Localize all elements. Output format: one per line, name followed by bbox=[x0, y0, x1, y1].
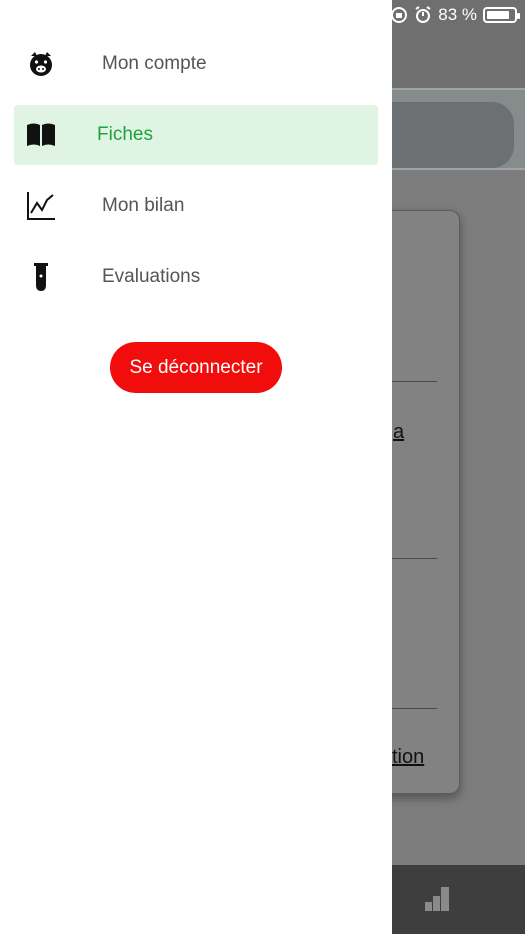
battery-percent: 83 % bbox=[438, 5, 477, 24]
menu-item-mon-bilan[interactable]: Mon bilan bbox=[14, 176, 378, 236]
pig-icon bbox=[26, 48, 56, 80]
menu-item-label: Mon bilan bbox=[102, 195, 185, 216]
menu-item-evaluations[interactable]: Evaluations bbox=[14, 247, 378, 307]
stats-icon bbox=[425, 887, 449, 911]
chart-icon bbox=[26, 190, 56, 222]
menu-item-label: Fiches bbox=[97, 124, 153, 145]
background-divider bbox=[392, 558, 437, 559]
background-divider bbox=[392, 708, 437, 709]
battery-fill bbox=[487, 11, 509, 19]
logout-button[interactable]: Se déconnecter bbox=[110, 342, 282, 393]
alarm-icon bbox=[415, 6, 431, 23]
menu-item-fiches[interactable]: Fiches bbox=[14, 105, 378, 165]
background-link: a bbox=[393, 421, 405, 443]
navigation-drawer: Mon compte Fiches Mon bilan Evaluations … bbox=[0, 0, 392, 934]
background-link: tion bbox=[392, 746, 425, 768]
rotation-lock-icon bbox=[391, 7, 408, 23]
menu-item-label: Evaluations bbox=[102, 266, 201, 287]
status-bar: 83 % bbox=[390, 4, 520, 26]
book-icon bbox=[26, 119, 56, 151]
test-tube-icon bbox=[26, 261, 56, 293]
menu-item-label: Mon compte bbox=[102, 53, 207, 74]
menu-item-mon-compte[interactable]: Mon compte bbox=[14, 34, 378, 94]
background-divider bbox=[392, 381, 437, 382]
battery-icon bbox=[483, 7, 520, 23]
